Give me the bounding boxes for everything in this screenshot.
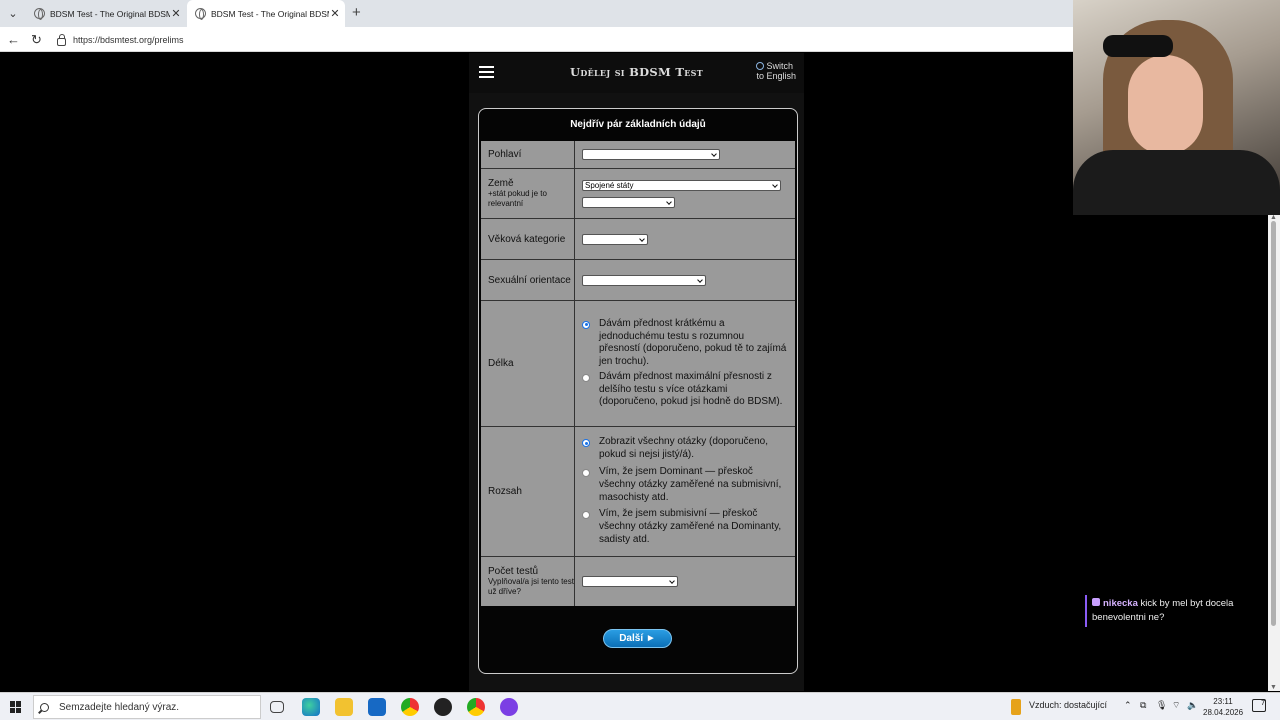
weather-text[interactable]: Vzduch: dostačující — [1029, 700, 1107, 710]
new-tab-icon[interactable]: + — [352, 4, 361, 21]
scroll-down-icon[interactable]: ▼ — [1270, 684, 1277, 691]
length-label: Délka — [481, 301, 575, 426]
page-scrollbar[interactable]: ▲ ▼ — [1268, 214, 1280, 691]
tests-sublabel: Vyplňoval/a jsi tento test už dříve? — [488, 577, 574, 596]
scroll-thumb[interactable] — [1271, 221, 1276, 626]
radio-button[interactable] — [582, 511, 590, 520]
radio-button-checked[interactable] — [582, 320, 590, 329]
site-header: Udělej si BDSM Test Switch to English — [469, 53, 804, 93]
orientation-label: Sexuální orientace — [481, 260, 575, 300]
tab-1[interactable]: BDSM Test - The Original BDSM & ✕ — [26, 0, 186, 27]
length-option-long[interactable]: Dávám přednost maximální přesnosti z del… — [575, 371, 787, 409]
chat-message: nikecka kick by mel byt docela benevolen… — [1085, 595, 1265, 627]
form-table: Pohlaví Země +stát pokud je to relevantn… — [481, 141, 795, 606]
tray-chevron-icon[interactable]: ⌃ — [1124, 700, 1132, 711]
taskbar-search-placeholder: Semzadejte hledaný výraz. — [59, 701, 180, 713]
state-select[interactable] — [582, 196, 675, 208]
country-sublabel: +stát pokud je to relevantní — [488, 189, 547, 208]
prelims-form: Nejdřív pár základních údajů Pohlaví Zem… — [478, 108, 798, 674]
country-select[interactable]: Spojené státy — [582, 179, 781, 191]
scope-option-all[interactable]: Zobrazit všechny otázky (doporučeno, pok… — [575, 436, 787, 462]
close-icon[interactable]: ✕ — [170, 7, 182, 20]
orientation-select[interactable] — [582, 274, 706, 286]
radio-button-checked[interactable] — [582, 439, 590, 448]
chat-username: nikecka — [1103, 598, 1138, 609]
lang-switch-line2: to English — [756, 71, 796, 81]
chrome-profile-icon[interactable] — [467, 698, 485, 716]
lang-switch-line1: Switch — [766, 61, 793, 71]
chrome-icon[interactable] — [401, 698, 419, 716]
tab-title: BDSM Test - The Original BDSM & — [50, 8, 170, 19]
date: 28.04.2026 — [1203, 708, 1244, 717]
webcam-overlay — [1073, 0, 1280, 215]
age-label: Věková kategorie — [481, 219, 575, 259]
globe-icon — [34, 8, 45, 20]
weather-icon — [1011, 699, 1021, 715]
gender-select[interactable] — [582, 149, 720, 160]
gender-label: Pohlaví — [481, 141, 575, 168]
row-age: Věková kategorie — [481, 219, 795, 260]
scope-option-submissive[interactable]: Vím, že jsem submisivní — přeskoč všechn… — [575, 508, 787, 546]
next-button[interactable]: Další ► — [603, 629, 672, 648]
scope-label: Rozsah — [481, 427, 575, 556]
radio-button[interactable] — [582, 468, 590, 477]
tab-title: BDSM Test - The Original BDSM & — [211, 8, 329, 19]
globe-icon — [195, 8, 206, 20]
wifi-icon[interactable]: ⌔ — [1172, 700, 1180, 711]
volume-icon[interactable]: 🔈 — [1187, 700, 1198, 711]
close-icon[interactable]: ✕ — [329, 7, 341, 20]
switch-language-link[interactable]: Switch to English — [756, 61, 796, 81]
tab-search-chevron-icon[interactable]: ⌄ — [3, 4, 23, 23]
tab-2-active[interactable]: BDSM Test - The Original BDSM & ✕ — [187, 0, 345, 27]
row-country: Země +stát pokud je to relevantní Spojen… — [481, 169, 795, 219]
microphone-icon[interactable]: 🎙 — [1156, 700, 1167, 711]
back-icon[interactable]: ← — [5, 31, 22, 48]
tests-select[interactable] — [582, 576, 678, 587]
network-icon[interactable]: ⧉ — [1140, 700, 1146, 711]
site-column: Udělej si BDSM Test Switch to English Ne… — [469, 53, 804, 691]
taskbar: Semzadejte hledaný výraz. Vzduch: dostač… — [0, 692, 1280, 720]
windows-start-icon[interactable] — [10, 701, 22, 713]
globe-icon — [756, 62, 765, 70]
row-orientation: Sexuální orientace — [481, 260, 795, 301]
notification-icon[interactable]: 7 — [1252, 699, 1266, 712]
row-scope: Rozsah Zobrazit všechny otázky (doporuče… — [481, 427, 795, 557]
scope-option-dominant[interactable]: Vím, že jsem Dominant — přeskoč všechny … — [575, 466, 787, 504]
url-field[interactable]: https://bdsmtest.org/prelims — [52, 30, 1072, 49]
lock-icon — [57, 33, 66, 46]
clock[interactable]: 23:11 28.04.2026 — [1203, 696, 1243, 718]
url-text: https://bdsmtest.org/prelims — [73, 34, 184, 45]
taskbar-search[interactable]: Semzadejte hledaný výraz. — [33, 695, 261, 719]
length-option-short[interactable]: Dávám přednost krátkému a jednoduchému t… — [575, 318, 787, 369]
chat-badge-icon — [1092, 598, 1100, 606]
reload-icon[interactable]: ↻ — [28, 31, 45, 48]
country-label: Země +stát pokud je to relevantní — [481, 169, 575, 218]
tests-label: Počet testů Vyplňoval/a jsi tento test u… — [481, 557, 575, 606]
mail-icon[interactable] — [368, 698, 386, 716]
obs-icon[interactable] — [500, 698, 518, 716]
task-view-icon[interactable] — [270, 701, 284, 713]
scroll-up-icon[interactable]: ▲ — [1270, 214, 1277, 221]
age-select[interactable] — [582, 233, 648, 245]
form-heading: Nejdřív pár základních údajů — [570, 119, 706, 130]
app-icon[interactable] — [434, 698, 452, 716]
radio-button[interactable] — [582, 373, 590, 382]
site-title[interactable]: Udělej si BDSM Test — [469, 65, 804, 79]
row-gender: Pohlaví — [481, 141, 795, 169]
file-explorer-icon[interactable] — [335, 698, 353, 716]
edge-icon[interactable] — [302, 698, 320, 716]
row-length: Délka Dávám přednost krátkému a jednoduc… — [481, 301, 795, 427]
time: 23:11 — [1213, 697, 1233, 706]
row-tests: Počet testů Vyplňoval/a jsi tento test u… — [481, 557, 795, 606]
search-icon — [40, 702, 49, 712]
